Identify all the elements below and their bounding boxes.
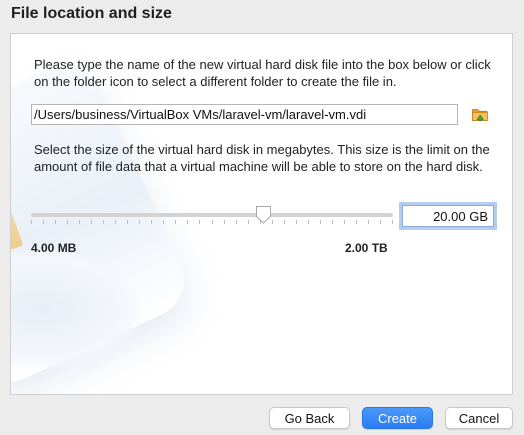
location-description: Please type the name of the new virtual … bbox=[34, 57, 491, 89]
slider-tick bbox=[272, 220, 273, 224]
slider-tick bbox=[127, 220, 128, 224]
size-description: Select the size of the virtual hard disk… bbox=[34, 142, 490, 174]
slider-tick bbox=[199, 220, 200, 224]
slider-tick bbox=[175, 220, 176, 224]
slider-tick bbox=[103, 220, 104, 224]
slider-tick bbox=[55, 220, 56, 224]
slider-tick bbox=[308, 220, 309, 224]
slider-tick bbox=[79, 220, 80, 224]
section-title: File location and size bbox=[11, 5, 172, 22]
slider-tick bbox=[91, 220, 92, 224]
slider-tick bbox=[139, 220, 140, 224]
disk-size-slider[interactable] bbox=[31, 204, 393, 226]
slider-track bbox=[31, 213, 393, 217]
content-panel: Please type the name of the new virtual … bbox=[10, 33, 513, 395]
slider-thumb[interactable] bbox=[255, 205, 272, 225]
slider-tick bbox=[380, 220, 381, 224]
slider-tick bbox=[344, 220, 345, 224]
slider-tick bbox=[320, 220, 321, 224]
go-back-button[interactable]: Go Back bbox=[269, 407, 350, 429]
slider-tick bbox=[332, 220, 333, 224]
slider-max-label: 2.00 TB bbox=[345, 241, 388, 255]
slider-min-label: 4.00 MB bbox=[31, 241, 77, 255]
choose-folder-button[interactable] bbox=[471, 105, 489, 123]
slider-tick bbox=[284, 220, 285, 224]
slider-tick bbox=[356, 220, 357, 224]
create-button[interactable]: Create bbox=[362, 407, 433, 429]
slider-tick bbox=[368, 220, 369, 224]
file-path-input[interactable] bbox=[31, 104, 458, 125]
slider-tick bbox=[163, 220, 164, 224]
slider-tick bbox=[187, 220, 188, 224]
slider-tick bbox=[115, 220, 116, 224]
slider-tick bbox=[212, 220, 213, 224]
slider-tick bbox=[31, 220, 32, 224]
slider-tick bbox=[392, 220, 393, 224]
slider-tick bbox=[67, 220, 68, 224]
slider-tick bbox=[236, 220, 237, 224]
slider-ticks bbox=[31, 220, 393, 224]
slider-tick bbox=[43, 220, 44, 224]
disk-size-input[interactable] bbox=[402, 205, 494, 227]
folder-icon bbox=[472, 109, 488, 121]
cancel-button[interactable]: Cancel bbox=[445, 407, 513, 429]
slider-tick bbox=[296, 220, 297, 224]
slider-tick bbox=[224, 220, 225, 224]
slider-tick bbox=[151, 220, 152, 224]
slider-tick bbox=[248, 220, 249, 224]
